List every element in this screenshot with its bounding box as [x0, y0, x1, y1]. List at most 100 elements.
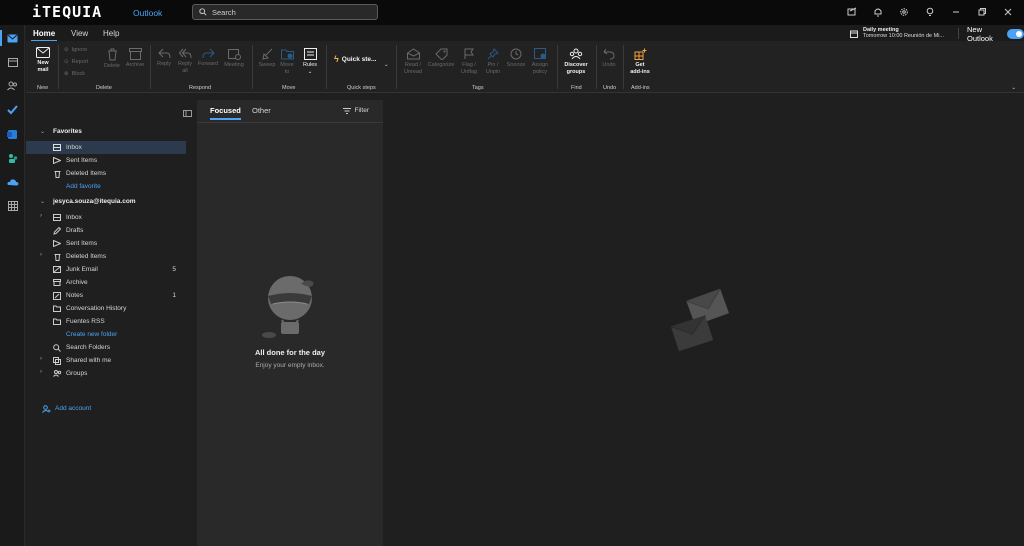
- message-list: Focused Other Filter All done for the da…: [197, 100, 383, 546]
- ribbon-collapse[interactable]: ⌄: [1011, 85, 1016, 91]
- folder-notes[interactable]: Notes 1: [26, 289, 186, 302]
- rail-calendar[interactable]: [0, 50, 25, 74]
- meeting-reminder[interactable]: Daily meeting Tomorrow 10:00 Reunión de …: [850, 27, 944, 39]
- broom-icon: [261, 48, 272, 60]
- discover-groups-button[interactable]: Discover groups: [561, 48, 591, 76]
- junk-icon: [52, 266, 62, 273]
- account-header[interactable]: jesyca.souza@itequia.com: [53, 195, 193, 208]
- favorites-header[interactable]: Favorites: [53, 125, 213, 138]
- compose-note-icon[interactable]: [846, 6, 858, 18]
- new-mail-button[interactable]: New mail: [34, 47, 52, 74]
- rail-todo[interactable]: [0, 98, 25, 122]
- new-outlook-toggle[interactable]: [1007, 28, 1024, 39]
- favorite-inbox[interactable]: Inbox: [26, 141, 186, 154]
- lightbulb-icon[interactable]: [924, 6, 936, 18]
- add-account-link[interactable]: Add account: [26, 402, 186, 415]
- trash-icon: [52, 253, 62, 261]
- chevron-down-icon: ⌄: [384, 62, 389, 68]
- sweep-button[interactable]: Sweep: [256, 48, 278, 69]
- snooze-button[interactable]: Snooze: [505, 48, 527, 69]
- meeting-button[interactable]: Meeting: [221, 48, 247, 69]
- tab-home[interactable]: Home: [30, 29, 58, 42]
- pin-icon: [487, 48, 499, 60]
- folder-inbox[interactable]: Inbox: [26, 211, 186, 224]
- search-box[interactable]: Search: [192, 4, 378, 20]
- note-icon: [52, 291, 62, 300]
- envelopes-illustration: [670, 288, 730, 352]
- forward-button[interactable]: Forward: [196, 48, 220, 68]
- block-icon: ⊗: [64, 71, 69, 77]
- chevron-down-icon[interactable]: ⌄: [40, 128, 45, 135]
- notes-count: 1: [172, 292, 176, 299]
- cloud-icon: [6, 179, 19, 186]
- group-quick-steps-label: Quick steps: [347, 85, 376, 91]
- rail-apps[interactable]: [0, 194, 25, 218]
- title-bar: iTEQUIA Outlook Search: [0, 0, 1024, 25]
- shared-with-me[interactable]: Shared with me: [26, 354, 186, 367]
- reply-all-button[interactable]: Reply all: [175, 48, 195, 75]
- folder-conversation-history[interactable]: Conversation History: [26, 302, 186, 315]
- rail-mail[interactable]: [0, 26, 25, 50]
- shared-folder-icon: [52, 356, 62, 365]
- rail-word[interactable]: [0, 122, 25, 146]
- assign-policy-button[interactable]: Assign policy: [528, 48, 552, 76]
- delete-button[interactable]: Delete: [101, 48, 123, 70]
- tab-other[interactable]: Other: [252, 106, 271, 115]
- chevron-down-icon[interactable]: ⌄: [40, 198, 45, 205]
- ignore-button[interactable]: ⊘ Ignore: [64, 47, 87, 53]
- minimize-icon[interactable]: [950, 6, 962, 18]
- undo-button[interactable]: Undo: [600, 48, 618, 69]
- trash-icon: [107, 48, 117, 61]
- folder-fuentes-rss[interactable]: Fuentes RSS: [26, 315, 186, 328]
- close-icon[interactable]: [1002, 6, 1014, 18]
- pane-toggle-icon[interactable]: [183, 110, 192, 119]
- gear-icon[interactable]: [898, 6, 910, 18]
- bell-icon[interactable]: [872, 6, 884, 18]
- folder-deleted-items[interactable]: Deleted Items: [26, 250, 186, 263]
- quick-steps-button[interactable]: ϟ Quick ste...: [334, 54, 376, 64]
- ribbon-tabs: Home View Help Daily meeting Tomorrow 10…: [26, 25, 1024, 43]
- folder-sent-items[interactable]: Sent Items: [26, 237, 186, 250]
- folder-search-folders[interactable]: Search Folders: [26, 341, 186, 354]
- group-tags-label: Tags: [472, 85, 484, 91]
- envelope-icon: [36, 47, 50, 58]
- get-addins-button[interactable]: Get add-ins: [627, 48, 653, 76]
- favorite-sent-items[interactable]: Sent Items: [26, 154, 186, 167]
- tag-icon: [434, 48, 447, 60]
- chevron-down-icon: ⌄: [1011, 85, 1016, 91]
- quick-steps-expand[interactable]: ⌄: [384, 62, 389, 68]
- app-name[interactable]: Outlook: [133, 8, 162, 18]
- report-button[interactable]: ⊙ Report: [64, 59, 88, 65]
- filter-button[interactable]: Filter: [342, 107, 369, 114]
- groups-section[interactable]: Groups: [26, 367, 186, 380]
- categorize-button[interactable]: Categorize: [426, 48, 456, 69]
- move-to-button[interactable]: Move to: [278, 48, 296, 76]
- rail-people[interactable]: [0, 74, 25, 98]
- junk-count: 5: [172, 266, 176, 273]
- rail-teams[interactable]: [0, 146, 25, 170]
- folder-archive[interactable]: Archive: [26, 276, 186, 289]
- tab-view[interactable]: View: [71, 29, 88, 38]
- new-outlook-switch[interactable]: New Outlook: [958, 25, 1024, 43]
- teams-app-icon: [9, 153, 18, 163]
- tab-focused[interactable]: Focused: [210, 106, 241, 120]
- create-folder-link[interactable]: Create new folder: [26, 328, 186, 341]
- folder-move-icon: [280, 49, 294, 60]
- forward-icon: [202, 48, 215, 59]
- archive-button[interactable]: Archive: [124, 48, 146, 69]
- rules-button[interactable]: Rules ⌄: [300, 48, 320, 76]
- rail-onedrive[interactable]: [0, 170, 25, 194]
- favorite-deleted-items[interactable]: Deleted Items: [26, 167, 186, 180]
- add-favorite-link[interactable]: Add favorite: [26, 180, 186, 193]
- ignore-icon: ⊘: [64, 47, 69, 53]
- inbox-icon: [52, 214, 62, 221]
- folder-drafts[interactable]: Drafts: [26, 224, 186, 237]
- folder-junk-email[interactable]: Junk Email 5: [26, 263, 186, 276]
- restore-icon[interactable]: [976, 6, 988, 18]
- block-button[interactable]: ⊗ Block: [64, 71, 85, 77]
- reply-button[interactable]: Reply: [154, 48, 174, 68]
- tab-help[interactable]: Help: [103, 29, 119, 38]
- flag-button[interactable]: Flag / Unflag: [458, 48, 480, 76]
- pin-button[interactable]: Pin / Unpin: [482, 48, 504, 76]
- read-unread-button[interactable]: Read / Unread: [400, 48, 426, 76]
